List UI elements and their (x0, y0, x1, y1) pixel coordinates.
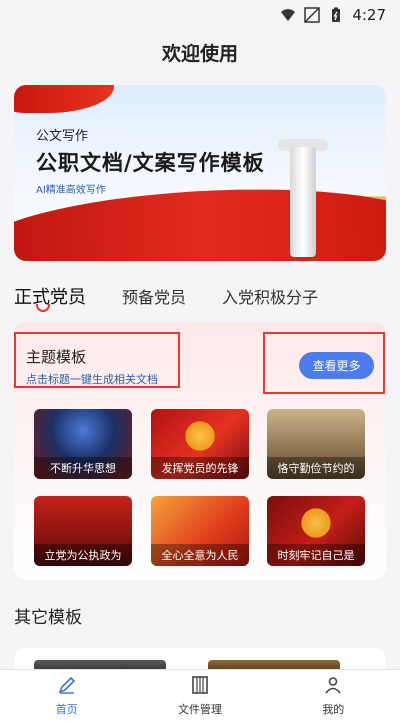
page-title: 欢迎使用 (161, 42, 238, 65)
nav-home[interactable]: 首页 (17, 675, 117, 717)
user-icon (323, 675, 343, 698)
banner-title: 公职文档/文案写作模板 (36, 151, 265, 175)
template-tile[interactable]: 恪守勤俭节约的 (267, 409, 365, 479)
template-tile[interactable]: 全心全意为人民 (151, 496, 249, 566)
wifi-icon (280, 7, 296, 23)
bottom-navigation: 首页 文件管理 我的 (0, 669, 400, 721)
promo-banner[interactable]: 公文写作 公职文档/文案写作模板 AI精准高效写作 (14, 85, 386, 261)
tab-activist[interactable]: 入党积极分子 (222, 284, 318, 308)
red-flag-decoration (14, 85, 114, 113)
party-emblem-icon (299, 506, 333, 540)
template-tile[interactable]: 时刻牢记自己是 (267, 496, 365, 566)
template-tile-label: 恪守勤俭节约的 (267, 457, 365, 479)
template-tile[interactable]: 立党为公执政为 (34, 496, 132, 566)
pen-icon (57, 675, 77, 698)
view-more-button[interactable]: 查看更多 (299, 352, 374, 379)
huabiao-pillar-decoration (290, 147, 316, 257)
nav-profile[interactable]: 我的 (283, 675, 383, 717)
template-tile-label: 不断升华思想 (34, 457, 132, 479)
tab-probationary-member[interactable]: 预备党员 (122, 284, 186, 308)
template-tile-label: 发挥党员的先锋 (151, 457, 249, 479)
nav-file-management-label: 文件管理 (177, 702, 222, 716)
battery-icon (328, 7, 344, 23)
theme-section-title: 主题模板 (26, 348, 87, 366)
template-tile[interactable]: 不断升华思想 (34, 409, 132, 479)
nav-profile-label: 我的 (322, 702, 345, 716)
other-templates-title: 其它模板 (14, 608, 82, 628)
template-tile-label: 立党为公执政为 (34, 544, 132, 566)
banner-subtitle: AI精准高效写作 (36, 185, 106, 196)
nav-file-management[interactable]: 文件管理 (150, 675, 250, 717)
template-tile-label: 时刻牢记自己是 (267, 544, 365, 566)
status-bar: 4:27 (0, 0, 400, 30)
theme-section-subtitle[interactable]: 点击标题一键生成相关文档 (26, 371, 158, 387)
template-tile[interactable]: 发挥党员的先锋 (151, 409, 249, 479)
nav-home-label: 首页 (55, 702, 78, 716)
tab-formal-member[interactable]: 正式党员 (14, 283, 86, 309)
party-emblem-icon (183, 419, 217, 453)
template-tile-label: 全心全意为人民 (151, 544, 249, 566)
banner-small-title: 公文写作 (36, 129, 89, 144)
signal-icon (304, 7, 321, 23)
member-type-tabs: 正式党员 预备党员 入党积极分子 (14, 276, 386, 316)
status-time: 4:27 (352, 6, 386, 24)
file-cabinet-icon (190, 675, 210, 698)
